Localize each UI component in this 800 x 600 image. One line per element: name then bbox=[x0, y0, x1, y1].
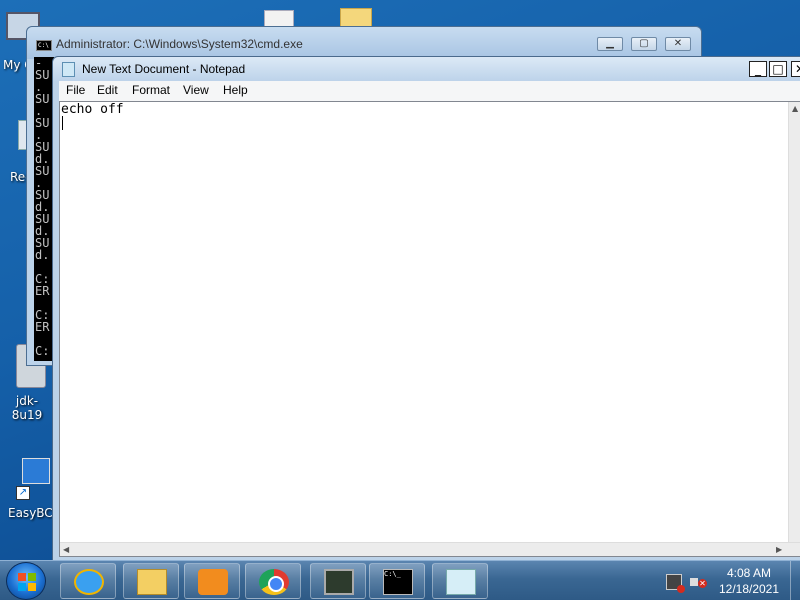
cmd-window-title: Administrator: C:\Windows\System32\cmd.e… bbox=[56, 37, 303, 51]
cmd-minimize-button[interactable]: ▁ bbox=[597, 37, 623, 51]
show-desktop-button[interactable] bbox=[790, 561, 800, 600]
easybcd-icon bbox=[22, 458, 50, 484]
menu-format[interactable]: Format bbox=[132, 83, 170, 97]
windows-logo-icon bbox=[18, 573, 36, 591]
folder-icon bbox=[137, 569, 167, 595]
chrome-icon bbox=[259, 569, 289, 595]
taskbar: C:\_ ✕ 4:08 AM 12/18/2021 bbox=[0, 560, 800, 600]
notepad-text-area[interactable]: echo off ▲ ◀ ▶ bbox=[59, 101, 800, 557]
notepad-window-title: New Text Document - Notepad bbox=[82, 62, 246, 76]
scroll-left-arrow-icon[interactable]: ◀ bbox=[63, 545, 69, 554]
media-player-icon bbox=[198, 569, 228, 595]
desktop-icon-label: jdk-8u19 bbox=[11, 394, 43, 422]
monitor-icon bbox=[324, 569, 354, 595]
notepad-maximize-button[interactable]: □ bbox=[769, 61, 787, 77]
taskbar-clock[interactable]: 4:08 AM 12/18/2021 bbox=[712, 565, 786, 597]
notepad-menubar: File Edit Format View Help bbox=[59, 81, 800, 101]
notepad-titlebar[interactable]: New Text Document - Notepad _ □ ✕ bbox=[53, 57, 800, 81]
cmd-titlebar[interactable]: C:\ Administrator: C:\Windows\System32\c… bbox=[27, 27, 701, 59]
notepad-minimize-button[interactable]: _ bbox=[749, 61, 767, 77]
notepad-horizontal-scrollbar[interactable]: ◀ ▶ bbox=[60, 542, 800, 556]
cmd-console-output[interactable]: - SU. SU. SU. SU d. SU. SU d. SU d. SU d. C: ER C: ER C: bbox=[34, 57, 54, 361]
cmd-icon: C:\ bbox=[36, 40, 52, 51]
notepad-vertical-scrollbar[interactable]: ▲ bbox=[788, 102, 800, 542]
notepad-window[interactable]: New Text Document - Notepad _ □ ✕ File E… bbox=[52, 56, 800, 566]
notepad-icon bbox=[62, 62, 75, 77]
volume-muted-icon[interactable]: ✕ bbox=[690, 574, 707, 590]
start-button[interactable] bbox=[6, 562, 46, 600]
taskbar-internet-explorer[interactable] bbox=[60, 563, 116, 599]
cmd-maximize-button[interactable]: ▢ bbox=[631, 37, 657, 51]
taskbar-system-monitor[interactable] bbox=[310, 563, 366, 599]
notepad-close-button[interactable]: ✕ bbox=[791, 61, 800, 77]
command-prompt-icon: C:\_ bbox=[383, 569, 413, 595]
menu-view[interactable]: View bbox=[183, 83, 209, 97]
network-error-icon[interactable] bbox=[666, 574, 685, 593]
notepad-text-content: echo off bbox=[61, 102, 124, 117]
taskbar-command-prompt[interactable]: C:\_ bbox=[369, 563, 425, 599]
menu-edit[interactable]: Edit bbox=[97, 83, 118, 97]
taskbar-windows-explorer[interactable] bbox=[123, 563, 179, 599]
shortcut-arrow-icon: ↗ bbox=[16, 486, 30, 500]
clock-date: 12/18/2021 bbox=[718, 582, 780, 596]
scroll-right-arrow-icon[interactable]: ▶ bbox=[776, 545, 782, 554]
clock-time: 4:08 AM bbox=[726, 566, 772, 580]
taskbar-chrome[interactable] bbox=[245, 563, 301, 599]
notepad-icon bbox=[446, 569, 476, 595]
menu-file[interactable]: File bbox=[66, 83, 85, 97]
taskbar-notepad[interactable] bbox=[432, 563, 488, 599]
text-caret bbox=[62, 116, 63, 130]
taskbar-media-player[interactable] bbox=[184, 563, 240, 599]
cmd-close-button[interactable]: ✕ bbox=[665, 37, 691, 51]
scroll-up-arrow-icon[interactable]: ▲ bbox=[792, 104, 798, 113]
internet-explorer-icon bbox=[74, 569, 104, 595]
menu-help[interactable]: Help bbox=[223, 83, 248, 97]
desktop-icon-easybcd[interactable]: ↗ EasyBCD bbox=[0, 456, 62, 526]
